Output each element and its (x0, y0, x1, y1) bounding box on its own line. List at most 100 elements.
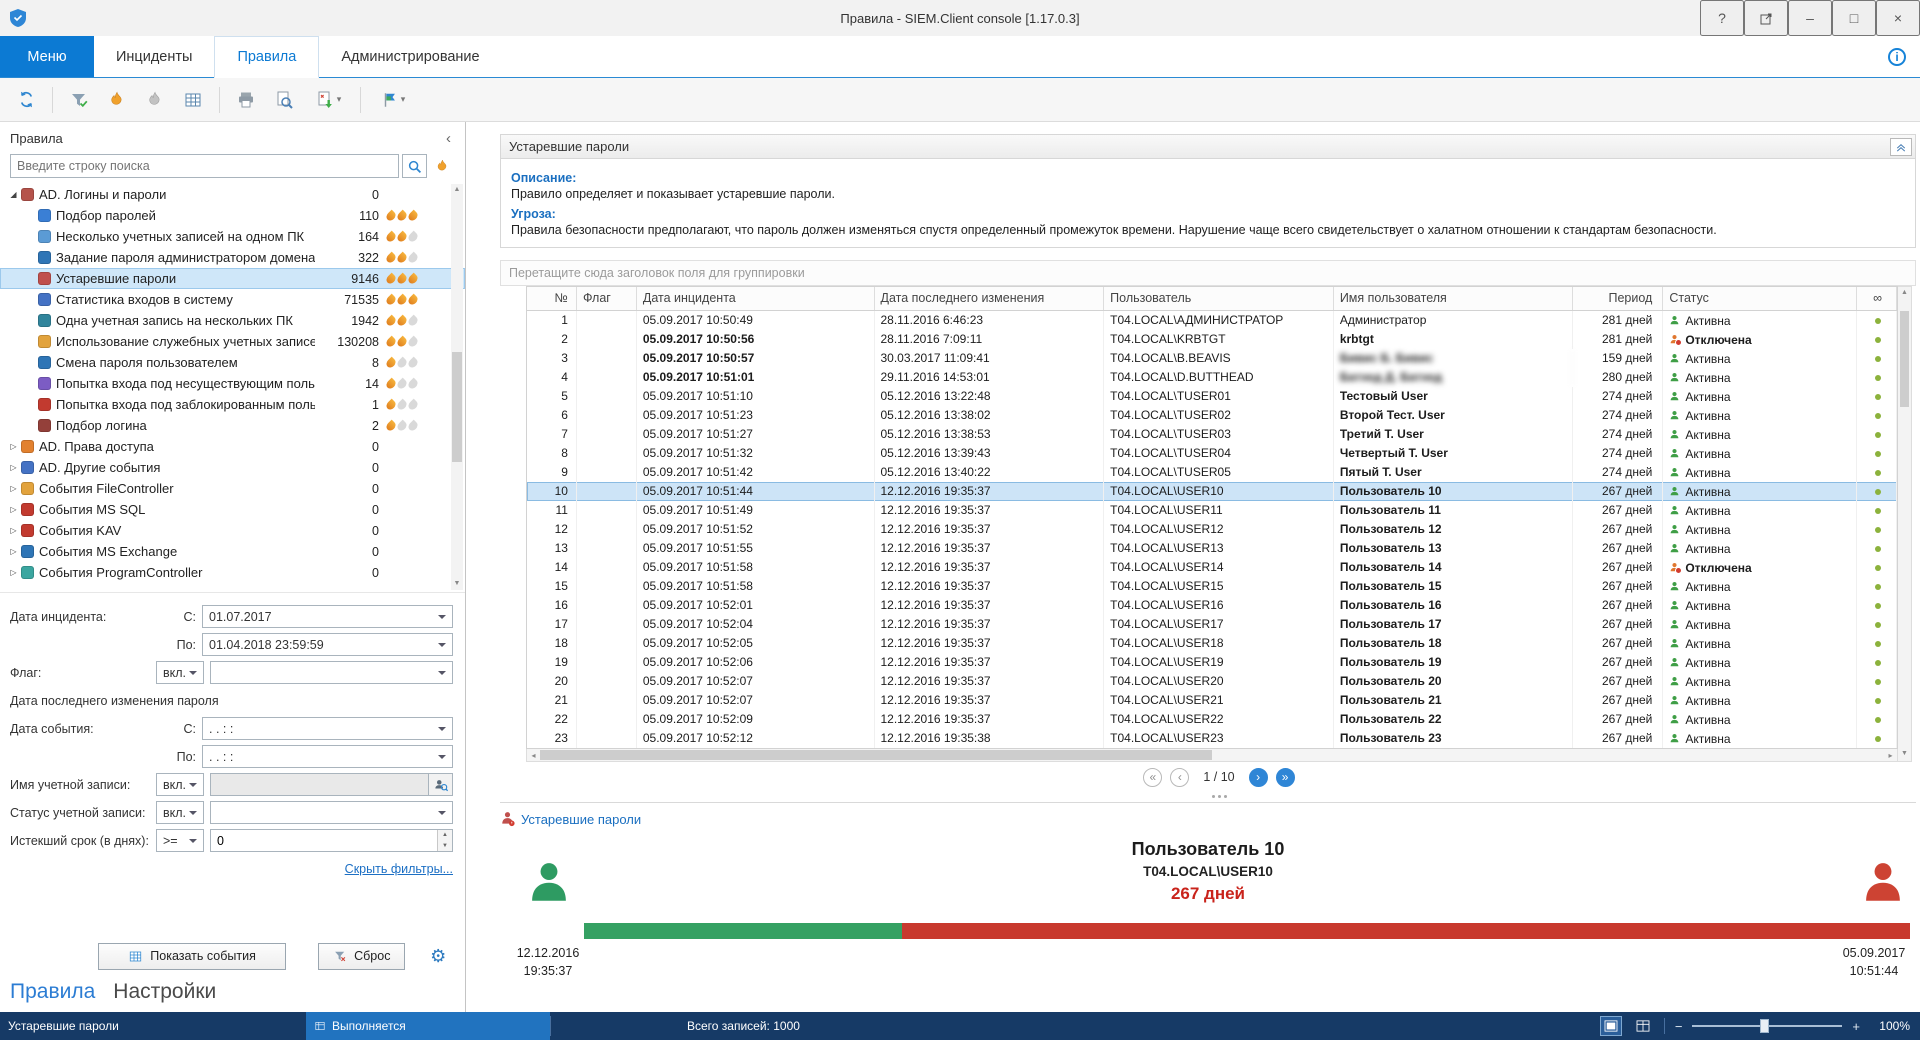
tree-item[interactable]: Использование служебных учетных записей … (0, 331, 465, 352)
tree-expander-icon[interactable]: ▷ (6, 463, 21, 472)
tree-item[interactable]: Попытка входа под заблокированным поль 1 (0, 394, 465, 415)
scroll-right-icon[interactable]: ▸ (1884, 749, 1897, 761)
table-row[interactable]: 12 05.09.2017 10:51:52 12.12.2016 19:35:… (527, 520, 1897, 539)
maximize-button[interactable]: □ (1832, 0, 1876, 36)
table-row[interactable]: 8 05.09.2017 10:51:32 05.12.2016 13:39:4… (527, 444, 1897, 463)
scrollbar-thumb[interactable] (540, 750, 1212, 760)
severity-on-button[interactable] (99, 83, 135, 117)
event-date-from-select[interactable]: . . : : (202, 717, 453, 740)
tree-item[interactable]: Устаревшие пароли 9146 (0, 268, 465, 289)
next-page-button[interactable]: › (1248, 767, 1268, 787)
account-name-mode-select[interactable]: вкл. (156, 773, 204, 796)
search-input[interactable] (10, 154, 399, 178)
table-row[interactable]: 11 05.09.2017 10:51:49 12.12.2016 19:35:… (527, 501, 1897, 520)
reset-button[interactable]: Сброс (318, 942, 406, 970)
severity-filter-button[interactable] (430, 154, 455, 178)
zoom-out-button[interactable]: − (1675, 1019, 1683, 1034)
scrollbar-thumb[interactable] (452, 352, 462, 462)
popout-button[interactable] (1744, 0, 1788, 36)
table-row[interactable]: 16 05.09.2017 10:52:01 12.12.2016 19:35:… (527, 596, 1897, 615)
table-row[interactable]: 20 05.09.2017 10:52:07 12.12.2016 19:35:… (527, 672, 1897, 691)
tree-item[interactable]: Подбор паролей 110 (0, 205, 465, 226)
tree-item[interactable]: ▷ События MS Exchange 0 (0, 541, 465, 562)
tree-item[interactable]: ▷ События ProgramController 0 (0, 562, 465, 583)
zoom-slider-thumb[interactable] (1759, 1019, 1769, 1033)
zoom-slider[interactable] (1692, 1019, 1843, 1033)
collapse-sidebar-icon[interactable]: ‹ (446, 130, 451, 147)
close-button[interactable]: × (1876, 0, 1920, 36)
table-row[interactable]: 21 05.09.2017 10:52:07 12.12.2016 19:35:… (527, 691, 1897, 710)
flag-mode-select[interactable]: вкл. (156, 661, 204, 684)
column-header[interactable]: Дата последнего изменения (875, 287, 1105, 310)
table-row[interactable]: 6 05.09.2017 10:51:23 05.12.2016 13:38:0… (527, 406, 1897, 425)
splitter-grip[interactable] (526, 792, 1912, 800)
table-row[interactable]: 3 05.09.2017 10:50:57 30.03.2017 11:09:4… (527, 349, 1897, 368)
table-row[interactable]: 9 05.09.2017 10:51:42 05.12.2016 13:40:2… (527, 463, 1897, 482)
menu-button[interactable]: Меню (0, 36, 94, 77)
last-page-button[interactable]: » (1275, 767, 1295, 787)
table-row[interactable]: 1 05.09.2017 10:50:49 28.11.2016 6:46:23… (527, 311, 1897, 330)
table-row[interactable]: 4 05.09.2017 10:51:01 29.11.2016 14:53:0… (527, 368, 1897, 387)
tree-expander-icon[interactable]: ▷ (6, 547, 21, 556)
tree-expander-icon[interactable]: ▷ (6, 526, 21, 535)
tree-expander-icon[interactable]: ▷ (6, 442, 21, 451)
event-date-to-select[interactable]: . . : : (202, 745, 453, 768)
tree-item[interactable]: ▷ AD. Другие события 0 (0, 457, 465, 478)
horizontal-scrollbar[interactable]: ◂ ▸ (526, 749, 1898, 762)
column-header[interactable]: Статус (1663, 287, 1858, 310)
tree-item[interactable]: Смена пароля пользователем 8 (0, 352, 465, 373)
column-header[interactable]: Пользователь (1104, 287, 1334, 310)
table-row[interactable]: 2 05.09.2017 10:50:56 28.11.2016 7:09:11… (527, 330, 1897, 349)
print-preview-button[interactable] (266, 83, 302, 117)
tree-item[interactable]: ▷ События FileController 0 (0, 478, 465, 499)
expired-operator-select[interactable]: >= (156, 829, 204, 852)
expired-days-input[interactable] (210, 829, 453, 852)
table-row[interactable]: 22 05.09.2017 10:52:09 12.12.2016 19:35:… (527, 710, 1897, 729)
column-header[interactable]: Дата инцидента (637, 287, 875, 310)
info-icon[interactable]: i (1888, 47, 1906, 66)
tree-item[interactable]: Попытка входа под несуществующим польз 1… (0, 373, 465, 394)
incident-date-from-select[interactable]: 01.07.2017 (202, 605, 453, 628)
tree-item[interactable]: Одна учетная запись на нескольких ПК 194… (0, 310, 465, 331)
column-header[interactable]: № (527, 287, 577, 310)
table-row[interactable]: 7 05.09.2017 10:51:27 05.12.2016 13:38:5… (527, 425, 1897, 444)
prev-page-button[interactable]: ‹ (1170, 767, 1190, 787)
incident-date-to-select[interactable]: 01.04.2018 23:59:59 (202, 633, 453, 656)
column-header[interactable]: Период (1573, 287, 1664, 310)
hide-filters-link[interactable]: Скрыть фильтры... (345, 862, 453, 876)
print-button[interactable] (228, 83, 264, 117)
tree-expander-icon[interactable]: ◢ (6, 190, 21, 199)
dropdown-caret-icon[interactable]: ▾ (401, 94, 406, 105)
table-row[interactable]: 19 05.09.2017 10:52:06 12.12.2016 19:35:… (527, 653, 1897, 672)
table-row[interactable]: 23 05.09.2017 10:52:12 12.12.2016 19:35:… (527, 729, 1897, 748)
tree-expander-icon[interactable]: ▷ (6, 568, 21, 577)
tree-item[interactable]: Подбор логина 2 (0, 415, 465, 436)
table-row[interactable]: 13 05.09.2017 10:51:55 12.12.2016 19:35:… (527, 539, 1897, 558)
tree-item[interactable]: ▷ AD. Права доступа 0 (0, 436, 465, 457)
flag-button[interactable]: ▾ (369, 83, 417, 117)
first-page-button[interactable]: « (1143, 767, 1163, 787)
tree-item[interactable]: Задание пароля администратором домена 32… (0, 247, 465, 268)
table-row[interactable]: 15 05.09.2017 10:51:58 12.12.2016 19:35:… (527, 577, 1897, 596)
refresh-button[interactable] (8, 83, 44, 117)
scroll-up-icon[interactable]: ▲ (1898, 287, 1911, 300)
dropdown-caret-icon[interactable]: ▾ (337, 94, 342, 105)
help-button[interactable]: ? (1700, 0, 1744, 36)
detail-rule-link[interactable]: Устаревшие пароли (521, 812, 641, 827)
spinner-buttons[interactable]: ▲ ▼ (437, 830, 452, 851)
minimize-button[interactable]: – (1788, 0, 1832, 36)
scroll-left-icon[interactable]: ◂ (527, 749, 540, 761)
table-row[interactable]: 14 05.09.2017 10:51:58 12.12.2016 19:35:… (527, 558, 1897, 577)
settings-gear-button[interactable]: ⚙ (423, 942, 453, 970)
tree-expander-icon[interactable]: ▷ (6, 505, 21, 514)
table-row[interactable]: 17 05.09.2017 10:52:04 12.12.2016 19:35:… (527, 615, 1897, 634)
tree-item[interactable]: ▷ События MS SQL 0 (0, 499, 465, 520)
zoom-in-button[interactable]: + (1852, 1019, 1860, 1034)
vertical-scrollbar[interactable]: ▲ ▼ (1898, 286, 1912, 762)
tab-administration[interactable]: Администрирование (319, 36, 501, 77)
table-row[interactable]: 18 05.09.2017 10:52:05 12.12.2016 19:35:… (527, 634, 1897, 653)
flag-value-select[interactable] (210, 661, 453, 684)
scroll-up-icon[interactable]: ▲ (451, 184, 463, 196)
table-view-toggle[interactable] (1599, 1016, 1622, 1036)
column-header[interactable]: Имя пользователя (1334, 287, 1574, 310)
